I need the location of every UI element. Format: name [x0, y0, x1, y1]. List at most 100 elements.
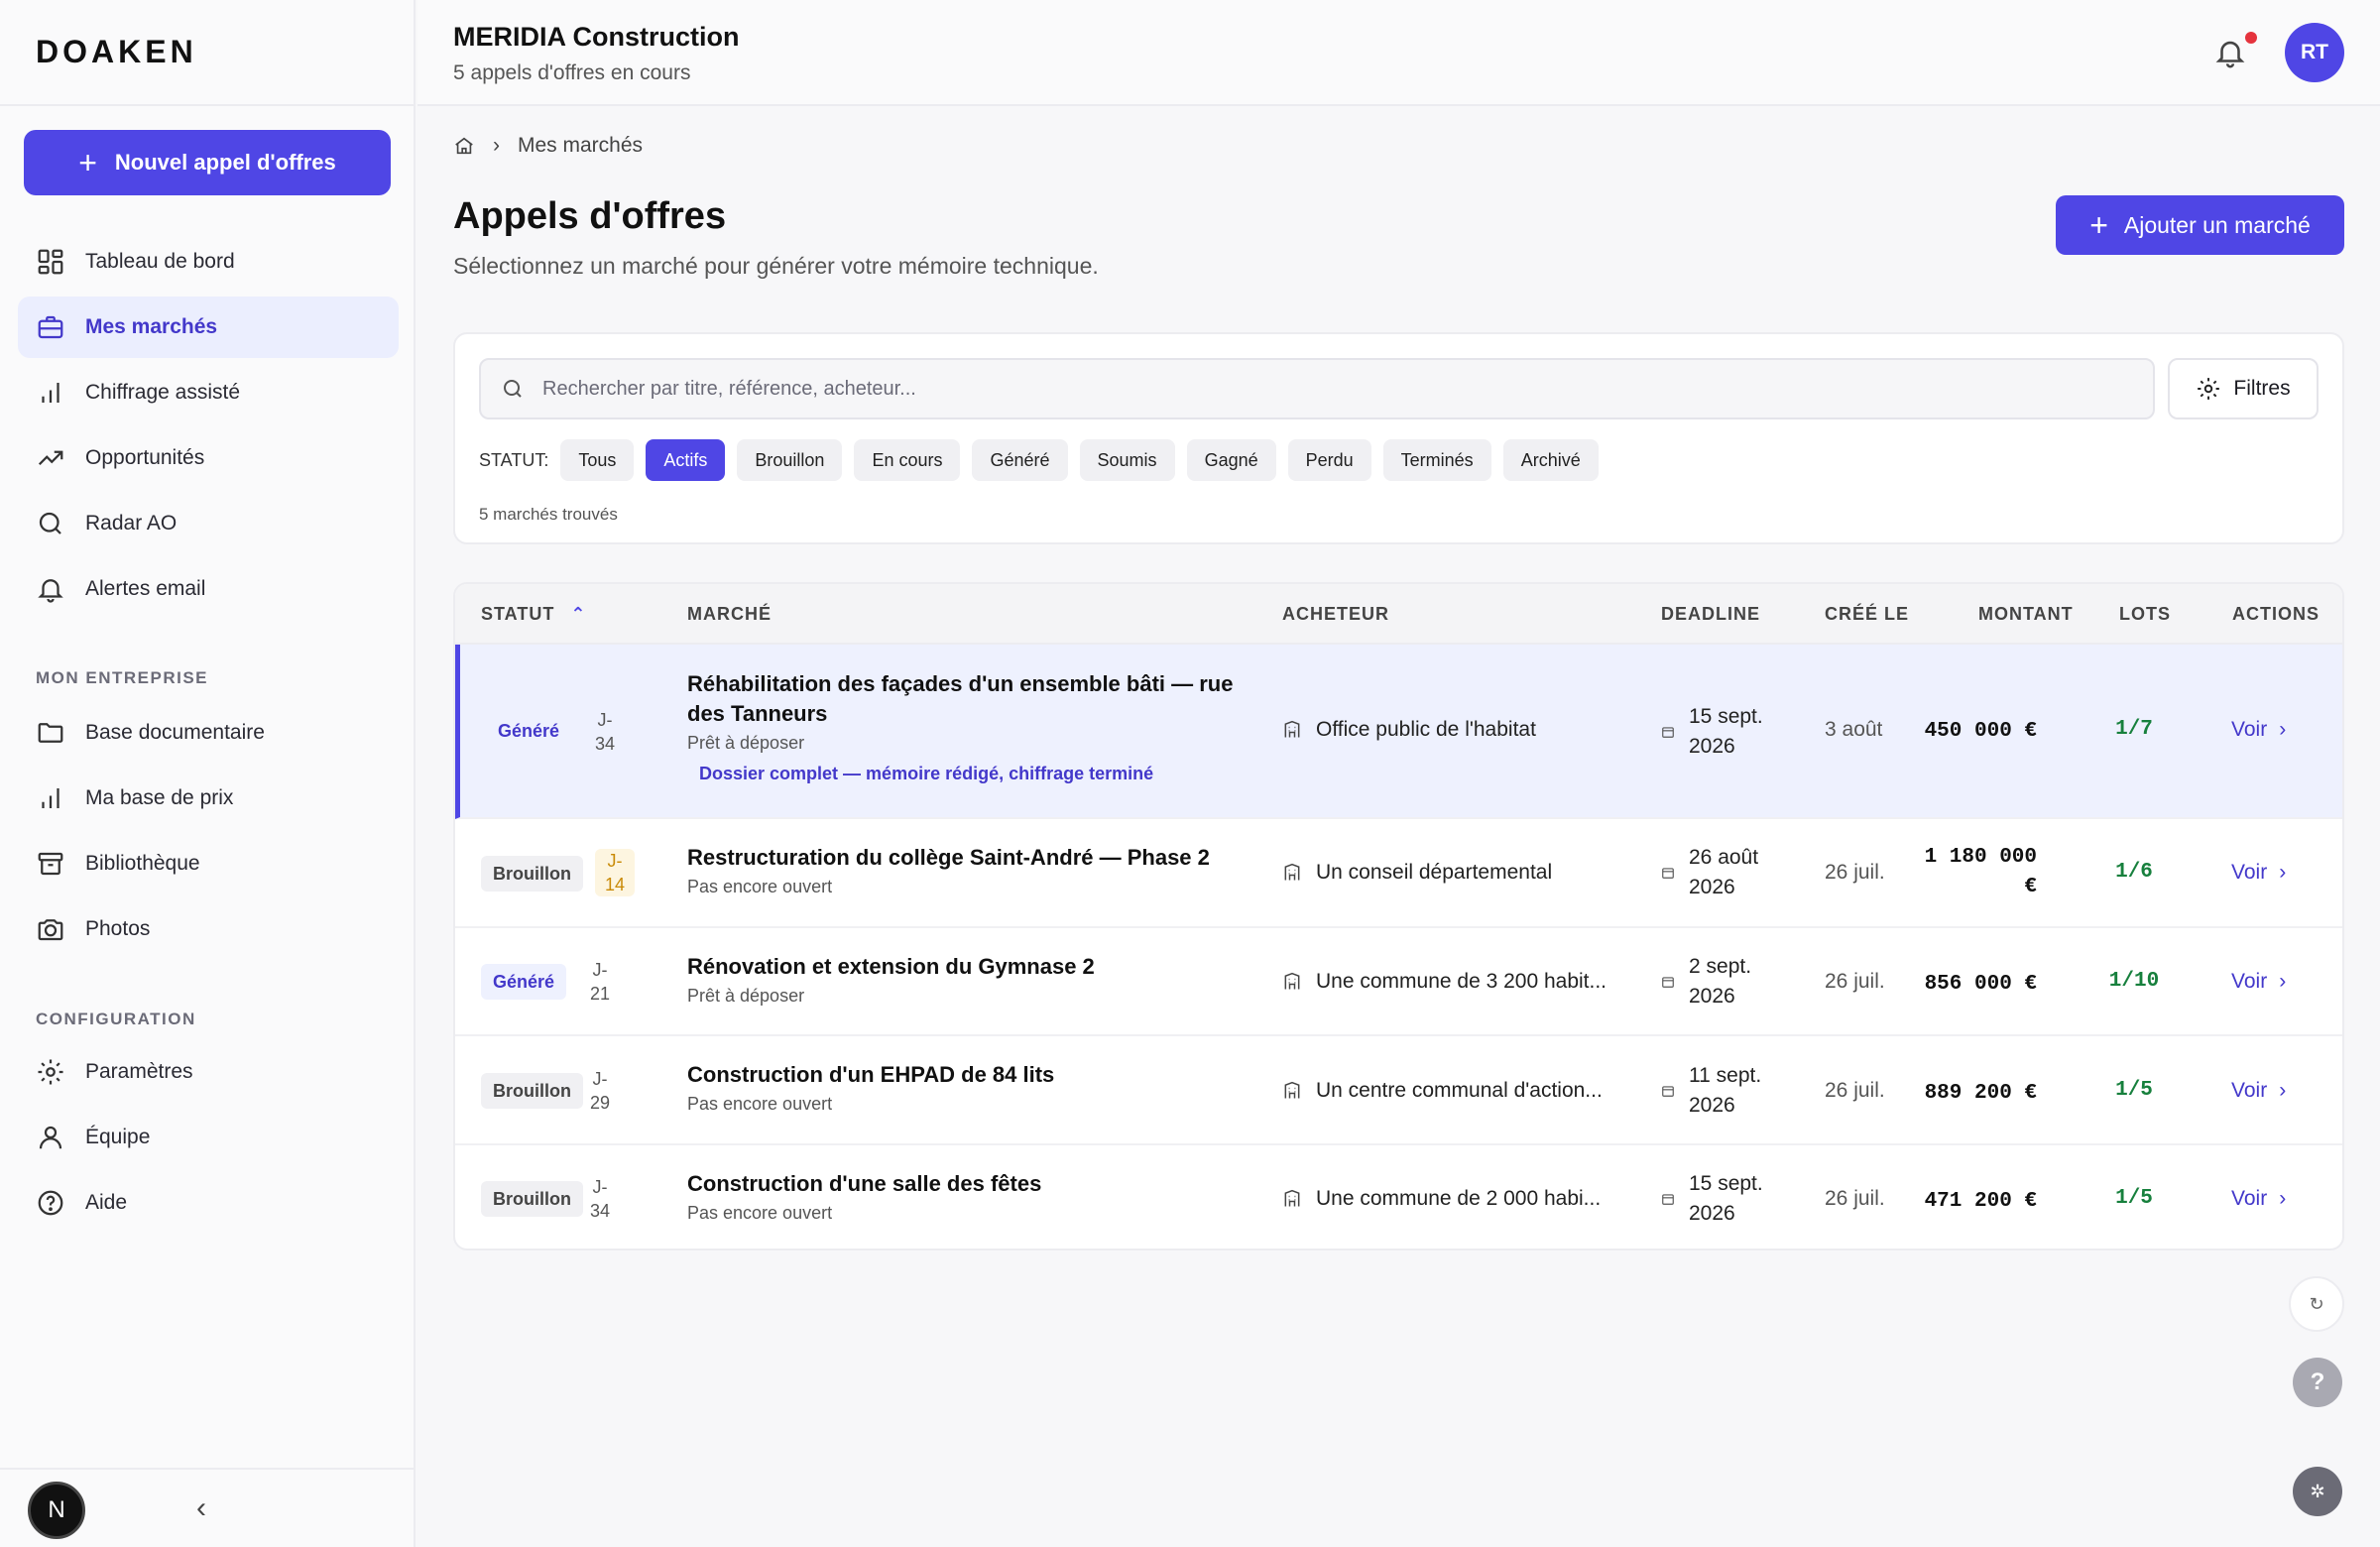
chevron-right-icon: ›	[2279, 1187, 2287, 1210]
col-status[interactable]: STATUT ⌃	[481, 604, 586, 625]
table-row[interactable]: Brouillon J- 14 Restructuration du collè…	[455, 819, 2342, 928]
calendar-icon	[1662, 1194, 1674, 1205]
market-status-text: Prêt à déposer	[687, 733, 805, 753]
nav-radar[interactable]: Radar AO	[18, 493, 399, 554]
chip-generated[interactable]: Généré	[972, 439, 1068, 481]
plus-icon: +	[2089, 207, 2108, 243]
market-title: Rénovation et extension du Gymnase 2	[687, 954, 1095, 979]
trending-up-icon	[38, 450, 63, 466]
view-button[interactable]: Voir ›	[2231, 970, 2286, 994]
nav-photos[interactable]: Photos	[18, 898, 399, 960]
table-row[interactable]: Brouillon J- 29 Construction d'un EHPAD …	[455, 1036, 2342, 1145]
search-box[interactable]	[479, 358, 2155, 419]
tenders-table: STATUT ⌃ MARCHÉ ACHETEUR DEADLINE CRÉÉ L…	[453, 582, 2344, 1250]
filters-button[interactable]: Filtres	[2168, 358, 2319, 419]
notification-bell-icon[interactable]	[2213, 36, 2247, 69]
dashboard-icon	[38, 249, 63, 275]
days-left: J- 34	[594, 710, 616, 754]
bar-chart-icon	[42, 383, 60, 403]
market-status-text: Prêt à déposer	[687, 986, 805, 1006]
market-cell: Construction d'un EHPAD de 84 lits Pas e…	[687, 1060, 1243, 1115]
amount: 450 000 €	[1924, 720, 2037, 743]
col-actions: ACTIONS	[2232, 604, 2320, 624]
buyer-cell: Une commune de 3 200 habit...	[1282, 970, 1619, 994]
chevron-right-icon: ›	[2279, 861, 2287, 884]
col-created: CRÉÉ LE	[1825, 604, 1910, 624]
refresh-icon[interactable]: ↻	[2289, 1276, 2344, 1332]
nav-documents[interactable]: Base documentaire	[18, 702, 399, 764]
search-icon	[504, 380, 522, 398]
created-date: 26 juil.	[1825, 861, 1885, 884]
nav-email-alerts[interactable]: Alertes email	[18, 558, 399, 620]
lots-count: 1/10	[2108, 970, 2160, 993]
chip-won[interactable]: Gagné	[1186, 439, 1276, 481]
help-bubble-icon[interactable]: ?	[2293, 1358, 2342, 1407]
add-tender-label: Ajouter un marché	[2123, 211, 2311, 238]
created-date: 26 juil.	[1825, 1079, 1885, 1102]
user-avatar[interactable]: RT	[2285, 23, 2344, 82]
market-title: Réhabilitation des façades d'un ensemble…	[687, 671, 1234, 726]
dev-badge[interactable]: N	[28, 1482, 85, 1539]
chip-in-progress[interactable]: En cours	[854, 439, 961, 481]
nav-price-base[interactable]: Ma base de prix	[18, 768, 399, 829]
nav-dashboard[interactable]: Tableau de bord	[18, 231, 399, 293]
calendar-icon	[1662, 868, 1674, 879]
market-status-text: Pas encore ouvert	[687, 1203, 833, 1223]
main-content: › Mes marchés Appels d'offres Sélectionn…	[417, 106, 2380, 1547]
home-icon[interactable]	[453, 135, 475, 157]
chip-submitted[interactable]: Soumis	[1079, 439, 1175, 481]
nav-library[interactable]: Bibliothèque	[18, 833, 399, 894]
nav-costing[interactable]: Chiffrage assisté	[18, 362, 399, 423]
table-row[interactable]: Généré J- 21 Rénovation et extension du …	[455, 928, 2342, 1036]
status-label: STATUT:	[479, 449, 549, 470]
collapse-sidebar-icon[interactable]: ‹	[196, 1491, 206, 1525]
nav-label: Radar AO	[85, 512, 178, 535]
folder-icon	[38, 723, 63, 743]
nav-my-tenders[interactable]: Mes marchés	[18, 297, 399, 358]
table-row[interactable]: Brouillon J- 34 Construction d'une salle…	[455, 1145, 2342, 1249]
nav-opportunities[interactable]: Opportunités	[18, 427, 399, 489]
company-subtitle: 5 appels d'offres en cours	[453, 61, 691, 84]
view-button[interactable]: Voir ›	[2231, 1079, 2286, 1103]
deadline-cell: 15 sept. 2026	[1661, 702, 1763, 762]
chevron-right-icon: ›	[493, 134, 500, 157]
view-button[interactable]: Voir ›	[2231, 1187, 2286, 1211]
results-count: 5 marchés trouvés	[479, 505, 618, 524]
chip-all[interactable]: Tous	[560, 439, 635, 481]
market-cell: Réhabilitation des façades d'un ensemble…	[687, 669, 1243, 784]
nav-label: Aide	[85, 1191, 128, 1214]
breadcrumb: › Mes marchés	[453, 134, 643, 158]
chip-lost[interactable]: Perdu	[1287, 439, 1371, 481]
search-icon	[39, 512, 61, 535]
view-button[interactable]: Voir ›	[2231, 718, 2286, 742]
nav-label: Tableau de bord	[85, 250, 235, 273]
calendar-icon	[1662, 727, 1674, 738]
deadline-cell: 11 sept. 2026	[1661, 1061, 1761, 1121]
col-buyer: ACHETEUR	[1282, 604, 1390, 624]
status-badge: Brouillon	[481, 1181, 583, 1217]
building-icon	[1284, 972, 1300, 990]
market-title: Construction d'une salle des fêtes	[687, 1171, 1042, 1196]
view-button[interactable]: Voir ›	[2231, 861, 2286, 885]
debug-icon[interactable]: ✲	[2293, 1467, 2342, 1516]
nav-settings[interactable]: Paramètres	[18, 1041, 399, 1103]
deadline-cell: 26 août 2026	[1661, 843, 1758, 902]
chip-archived[interactable]: Archivé	[1502, 439, 1599, 481]
chip-active[interactable]: Actifs	[646, 439, 726, 481]
filters-label: Filtres	[2233, 377, 2291, 400]
col-market: MARCHÉ	[687, 604, 772, 624]
nav-label: Équipe	[85, 1126, 151, 1148]
nav-help[interactable]: Aide	[18, 1172, 399, 1234]
table-row[interactable]: Généré J- 34 Réhabilitation des façades …	[455, 645, 2342, 819]
buyer-cell: Office public de l'habitat	[1282, 718, 1619, 742]
brand-logo[interactable]: DOAKEN	[0, 0, 414, 106]
nav-team[interactable]: Équipe	[18, 1107, 399, 1168]
nav-label: Photos	[85, 917, 151, 940]
chip-draft[interactable]: Brouillon	[737, 439, 843, 481]
chip-finished[interactable]: Terminés	[1382, 439, 1491, 481]
status-badge: Généré	[481, 964, 567, 1000]
add-tender-button[interactable]: + Ajouter un marché	[2056, 195, 2344, 255]
new-tender-button[interactable]: + Nouvel appel d'offres	[24, 130, 391, 195]
search-input[interactable]	[542, 377, 2030, 401]
nav-label: Ma base de prix	[85, 786, 234, 809]
